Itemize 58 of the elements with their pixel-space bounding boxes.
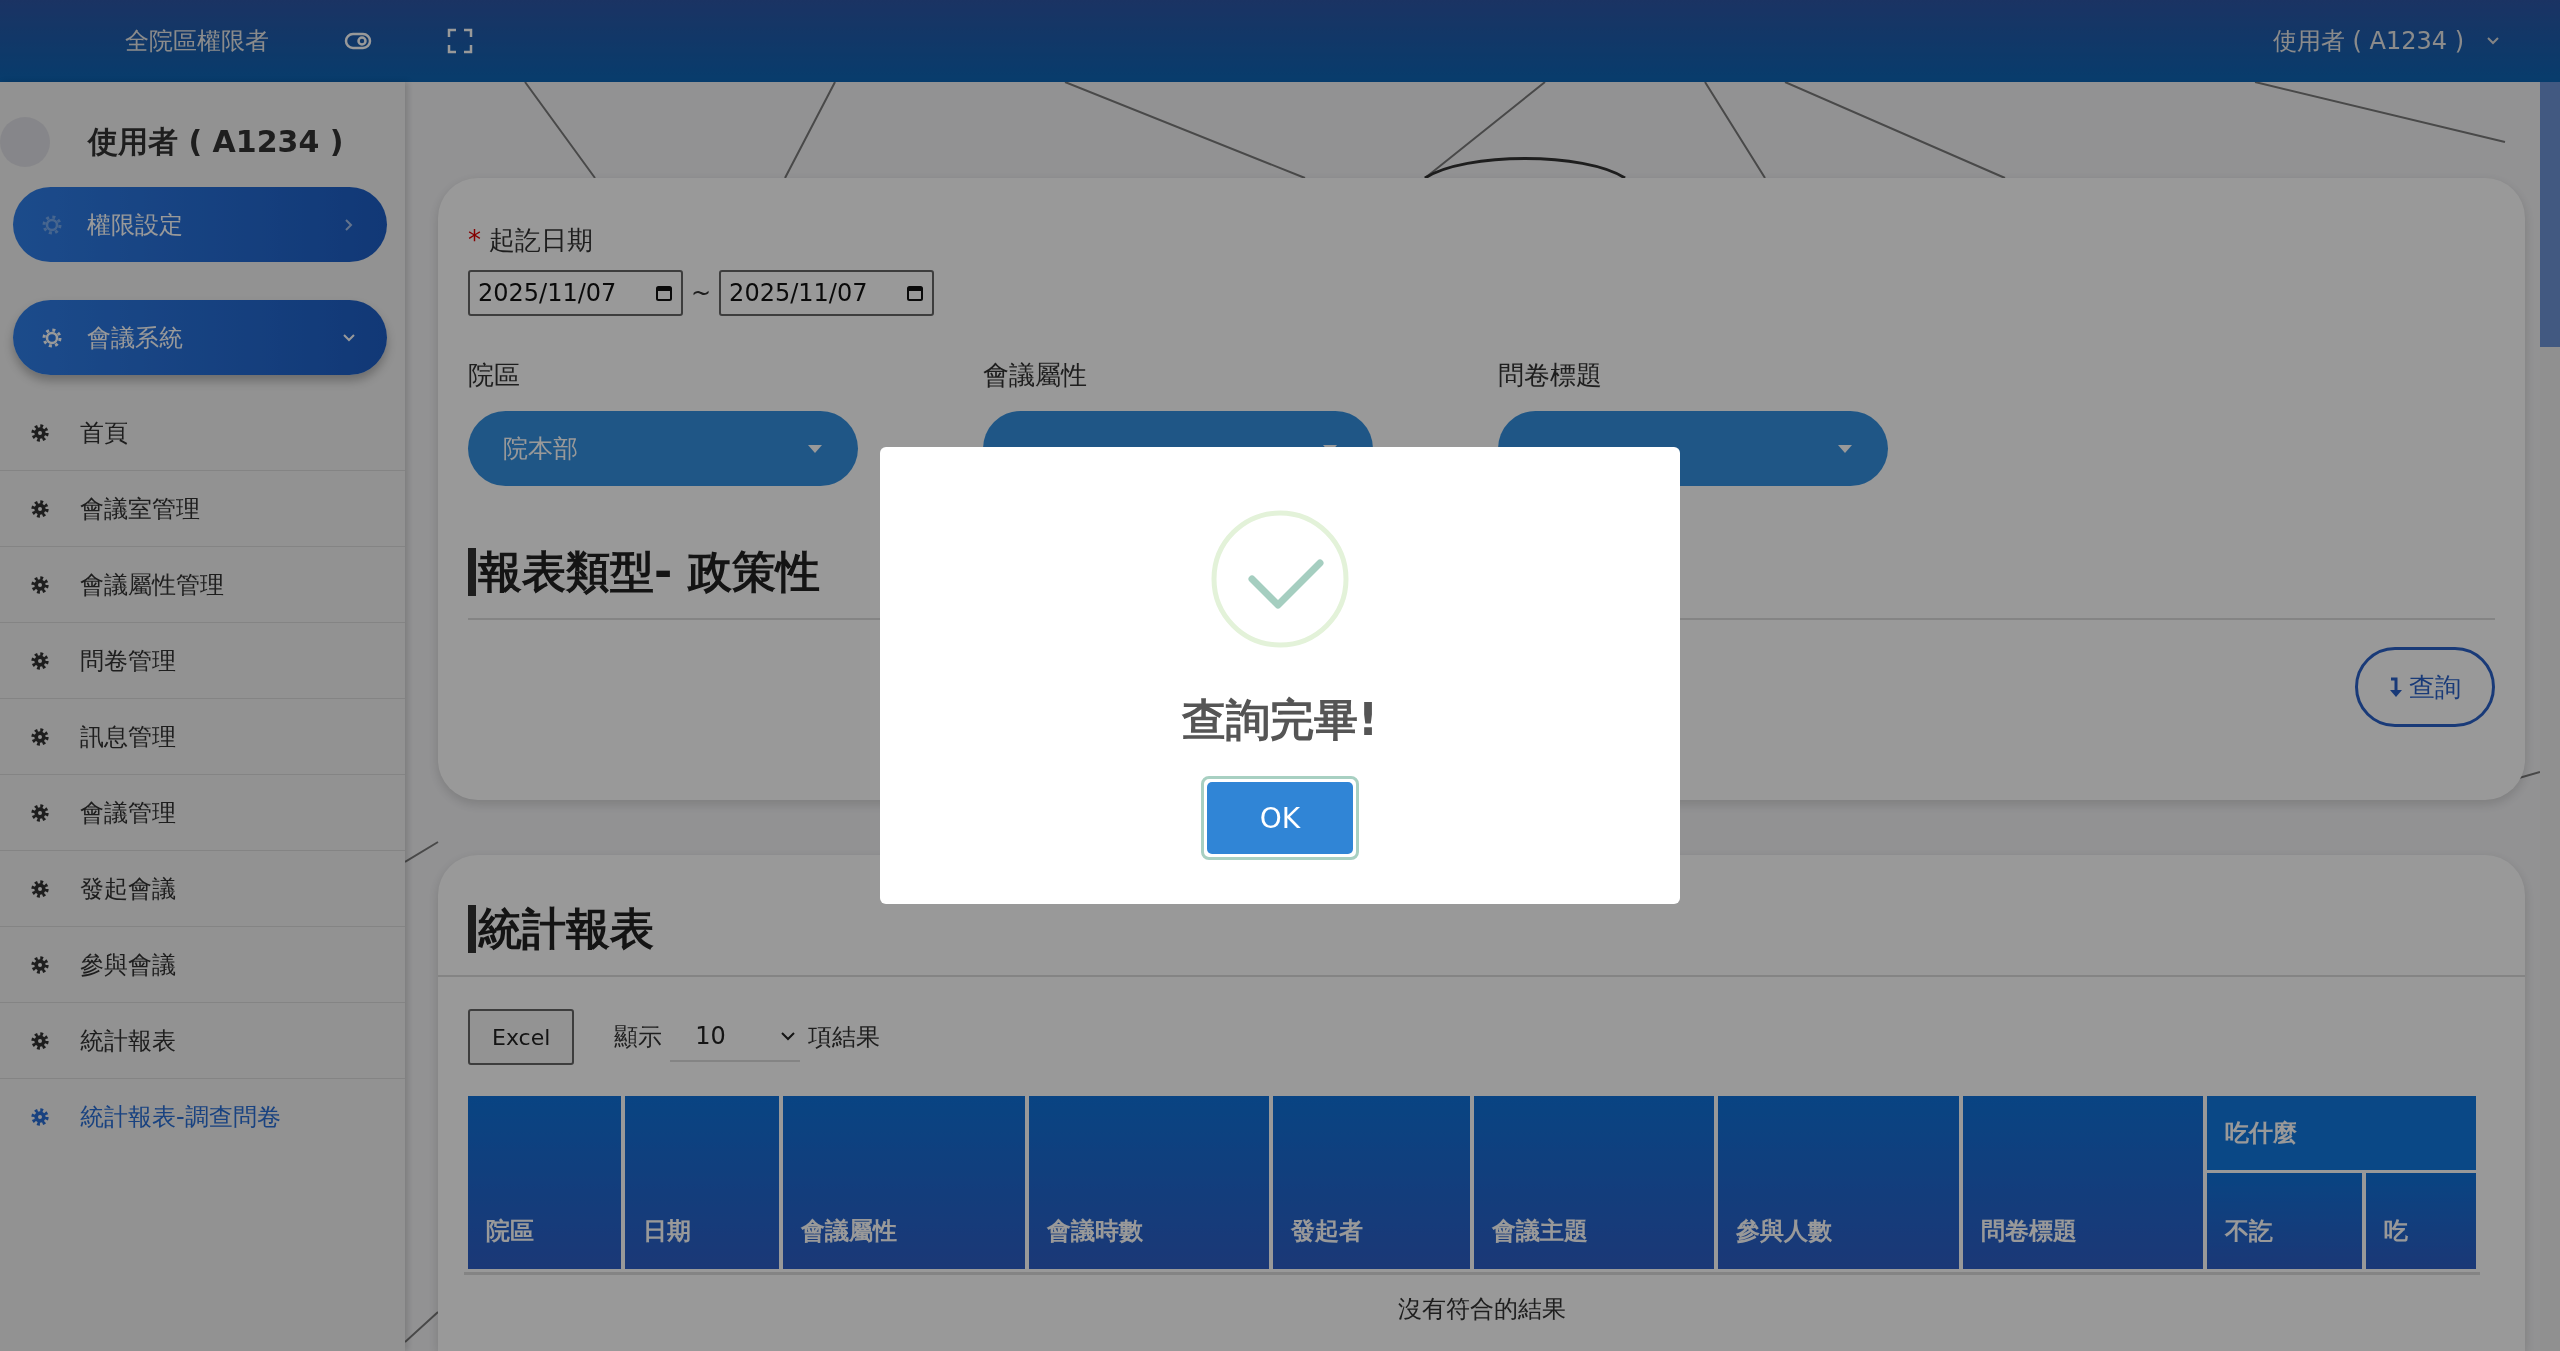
date-range-label: 起訖日期 bbox=[489, 225, 594, 255]
select-label: 院區 bbox=[468, 359, 521, 392]
column-header: 不訖 bbox=[2207, 1173, 2362, 1270]
column-header: 吃什麼 bbox=[2207, 1096, 2476, 1171]
gear-icon bbox=[30, 650, 50, 671]
calendar-icon[interactable] bbox=[906, 284, 925, 302]
column-header: 發起者 bbox=[1273, 1096, 1470, 1270]
ok-button[interactable]: OK bbox=[1207, 782, 1353, 854]
excel-button[interactable]: Excel bbox=[468, 1009, 575, 1066]
start-date-field[interactable]: 2025/11/07 bbox=[468, 270, 683, 316]
end-date-field[interactable]: 2025/11/07 bbox=[719, 270, 935, 316]
menu-group-button[interactable]: 會議系統 bbox=[13, 300, 387, 375]
fullscreen-icon[interactable] bbox=[447, 28, 473, 54]
dialog-title: 查詢完畢! bbox=[1181, 693, 1379, 747]
report-heading: 統計報表 bbox=[468, 905, 654, 954]
caret-icon bbox=[1837, 443, 1853, 454]
column-header: 參與人數 bbox=[1718, 1096, 1959, 1270]
report-type-heading: 報表類型- 政策性 bbox=[468, 548, 820, 597]
gear-icon bbox=[30, 802, 50, 823]
column-header: 會議主題 bbox=[1474, 1096, 1714, 1270]
column-header: 院區 bbox=[468, 1096, 621, 1270]
column-header: 問卷標題 bbox=[1963, 1096, 2203, 1270]
gear-icon bbox=[30, 726, 50, 747]
arrow-down-icon bbox=[2389, 676, 2403, 699]
results-label: 項結果 bbox=[808, 1022, 881, 1054]
user-name: 使用者 ( A1234 ) bbox=[88, 122, 344, 161]
chevron-down-icon[interactable] bbox=[2486, 36, 2500, 46]
success-check-icon bbox=[1210, 509, 1350, 649]
select-label: 會議屬性 bbox=[983, 359, 1088, 392]
gear-icon bbox=[30, 1030, 50, 1051]
column-header: 吃 bbox=[2366, 1173, 2476, 1270]
user-menu[interactable]: 使用者 ( A1234 ) bbox=[2272, 25, 2464, 57]
calendar-icon[interactable] bbox=[655, 284, 673, 302]
chevron-down-icon bbox=[780, 1031, 797, 1042]
empty-message: 沒有符合的結果 bbox=[1397, 1295, 1566, 1324]
date-separator: ~ bbox=[691, 279, 712, 307]
role-label: 全院區權限者 bbox=[125, 26, 269, 57]
gear-icon bbox=[30, 878, 50, 899]
required-mark: * bbox=[468, 225, 481, 255]
select-label: 問卷標題 bbox=[1498, 359, 1603, 392]
query-button[interactable]: 查詢 bbox=[2355, 647, 2495, 728]
page-size-select[interactable]: 10 bbox=[670, 1012, 801, 1063]
column-header: 會議屬性 bbox=[783, 1096, 1025, 1270]
caret-icon bbox=[807, 443, 823, 454]
show-label: 顯示 bbox=[614, 1022, 663, 1054]
menu-item[interactable]: 統計報表-調查問卷 bbox=[0, 1079, 405, 1154]
menu-group-button[interactable]: 權限設定 bbox=[13, 187, 387, 262]
scrollbar[interactable] bbox=[2540, 82, 2560, 1351]
gear-icon bbox=[30, 1106, 50, 1127]
column-header: 會議時數 bbox=[1029, 1096, 1269, 1270]
gear-icon bbox=[30, 498, 50, 519]
gear-icon bbox=[30, 954, 50, 975]
gear-icon bbox=[41, 326, 63, 349]
dropdown[interactable]: 院本部 bbox=[468, 411, 858, 486]
gear-icon bbox=[30, 422, 50, 443]
toggle-icon[interactable] bbox=[344, 31, 372, 51]
gear-icon bbox=[30, 574, 50, 595]
column-header: 日期 bbox=[625, 1096, 779, 1270]
